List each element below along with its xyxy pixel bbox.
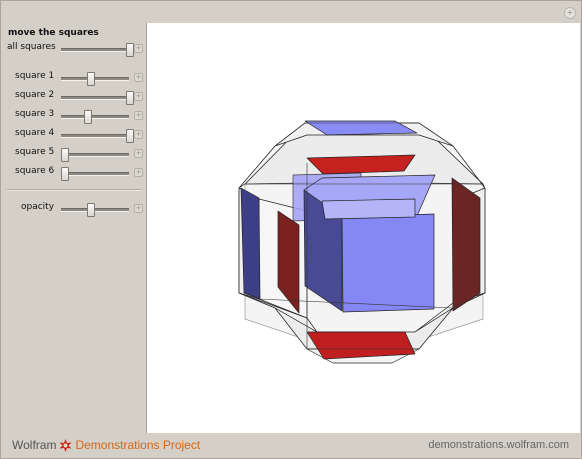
expand-all-squares-button[interactable]: + <box>134 44 143 53</box>
slider-thumb[interactable] <box>86 72 95 86</box>
slider-label-square-6: square 6 <box>15 166 55 176</box>
slider-thumb[interactable] <box>61 167 70 181</box>
slider-square-4[interactable] <box>61 129 134 143</box>
close-icon[interactable]: + <box>564 7 576 19</box>
slider-thumb[interactable] <box>83 110 92 124</box>
slider-square-1[interactable] <box>61 72 129 86</box>
inner-red-square <box>306 154 416 175</box>
slider-all-squares[interactable] <box>61 43 134 57</box>
footer-bar: Wolfram Demonstrations Project demonstra… <box>1 433 581 458</box>
expand-square-2-button[interactable]: + <box>134 92 143 101</box>
slider-opacity[interactable] <box>61 203 129 217</box>
left-blue-square <box>240 187 261 300</box>
slider-label-square-5: square 5 <box>15 147 55 157</box>
expand-square-1-button[interactable]: + <box>134 73 143 82</box>
controls-divider <box>7 189 141 191</box>
slider-thumb[interactable] <box>126 129 134 143</box>
brand-suffix: Demonstrations Project <box>75 438 201 452</box>
slider-label-square-1: square 1 <box>15 71 55 81</box>
rhombicuboctahedron-graphic[interactable] <box>147 23 580 433</box>
spikey-logo-icon <box>59 438 72 452</box>
control-panel: move the squares all squares + square 1 … <box>1 23 146 433</box>
wolfram-brand[interactable]: Wolfram Demonstrations Project <box>12 438 200 452</box>
title-bar: + <box>1 1 581 23</box>
cube-front-face <box>341 213 435 313</box>
cube-inner-band <box>321 198 416 220</box>
slider-label-all-squares: all squares <box>7 42 56 52</box>
slider-square-6[interactable] <box>61 167 129 181</box>
brand-prefix: Wolfram <box>12 438 57 452</box>
slider-thumb[interactable] <box>126 43 134 57</box>
expand-square-4-button[interactable]: + <box>134 130 143 139</box>
bottom-red-square <box>306 331 416 360</box>
slider-thumb[interactable] <box>61 148 70 162</box>
expand-square-3-button[interactable]: + <box>134 111 143 120</box>
demo-window: + move the squares all squares + square … <box>0 0 582 459</box>
slider-square-3[interactable] <box>61 110 129 124</box>
expand-square-6-button[interactable]: + <box>134 168 143 177</box>
controls-title: move the squares <box>8 28 99 38</box>
slider-square-2[interactable] <box>61 91 134 105</box>
slider-thumb[interactable] <box>126 91 134 105</box>
right-red-square <box>451 177 481 312</box>
slider-thumb[interactable] <box>86 203 95 217</box>
expand-square-5-button[interactable]: + <box>134 149 143 158</box>
site-url[interactable]: demonstrations.wolfram.com <box>428 439 569 451</box>
slider-label-square-2: square 2 <box>15 90 55 100</box>
slider-label-opacity: opacity <box>21 202 55 212</box>
graphics-canvas[interactable] <box>146 23 580 433</box>
slider-label-square-4: square 4 <box>15 128 55 138</box>
slider-square-5[interactable] <box>61 148 129 162</box>
expand-opacity-button[interactable]: + <box>134 204 143 213</box>
slider-label-square-3: square 3 <box>15 109 55 119</box>
